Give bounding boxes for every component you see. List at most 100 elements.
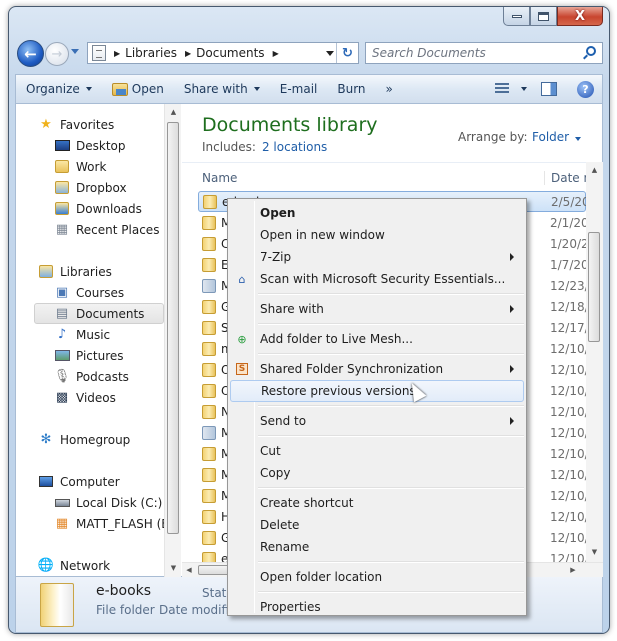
sidebar-item-documents[interactable]: ▤ Documents — [34, 303, 164, 324]
search-box — [365, 42, 603, 64]
help-icon[interactable]: ? — [577, 80, 594, 98]
scroll-left-icon[interactable]: ◀ — [182, 562, 196, 578]
search-input[interactable] — [366, 46, 566, 60]
sidebar-item-music[interactable]: ♪ Music — [54, 324, 164, 345]
locations-link[interactable]: 2 locations — [262, 140, 327, 154]
menu-item-shared-folder-synchronization[interactable]: S Shared Folder Synchronization — [230, 358, 524, 380]
minimize-button[interactable] — [503, 7, 530, 26]
folder-icon — [202, 446, 216, 461]
scroll-down-icon[interactable]: ▼ — [165, 560, 182, 576]
breadcrumb-documents[interactable]: Documents — [196, 46, 264, 60]
recent-pages-dropdown[interactable] — [71, 49, 79, 54]
scroll-down-icon[interactable]: ▼ — [586, 544, 603, 560]
sidebar-item-courses[interactable]: ▣ Courses — [54, 282, 164, 303]
preview-pane-icon[interactable] — [541, 82, 557, 96]
sidebar-label: Recent Places — [76, 222, 160, 237]
sidebar-item-recent-places[interactable]: ▦ Recent Places — [54, 219, 164, 240]
libraries-icon — [38, 264, 54, 280]
computer-icon — [38, 474, 54, 490]
sidebar-label: Libraries — [60, 264, 112, 279]
sidebar-label: MATT_FLASH (E: — [76, 516, 164, 531]
details-item-name: e-books — [96, 583, 152, 599]
address-bar[interactable]: ▶ Libraries ▶ Documents ▶ ↻ — [87, 42, 359, 64]
sidebar-item-downloads[interactable]: Downloads — [54, 198, 164, 219]
back-button[interactable]: ← — [17, 40, 44, 67]
change-view-icon[interactable] — [495, 83, 509, 95]
menu-item-create-shortcut[interactable]: Create shortcut — [230, 492, 524, 514]
views-dropdown-icon[interactable] — [521, 87, 527, 91]
sidebar-item-pictures[interactable]: Pictures — [54, 345, 164, 366]
address-dropdown-icon[interactable] — [326, 51, 334, 56]
sidebar-item-matt-flash[interactable]: ▦ MATT_FLASH (E: — [54, 513, 164, 534]
menu-item-open[interactable]: Open — [230, 202, 524, 224]
sidebar-item-podcasts[interactable]: 🎙 Podcasts — [54, 366, 164, 387]
share-with-label: Share with — [183, 82, 248, 96]
menu-item-restore-previous-versions[interactable]: Restore previous versions — [230, 380, 524, 402]
menu-separator — [258, 591, 524, 593]
menu-item-label: Create shortcut — [260, 496, 354, 510]
menu-item-copy[interactable]: Copy — [230, 462, 524, 484]
star-icon: ★ — [40, 117, 52, 132]
sidebar-item-local-disk[interactable]: Local Disk (C:) — [54, 492, 164, 513]
breadcrumb-separator-icon[interactable]: ▶ — [114, 49, 120, 58]
menu-item-label: Scan with Microsoft Security Essentials.… — [260, 272, 506, 286]
hard-disk-icon — [54, 495, 70, 511]
minimize-icon — [511, 14, 522, 18]
maximize-button[interactable] — [530, 7, 557, 26]
videos-icon: ▩ — [55, 390, 69, 405]
menu-item-open-in-new-window[interactable]: Open in new window — [230, 224, 524, 246]
submenu-arrow-icon — [510, 305, 514, 313]
more-commands-button[interactable]: » — [376, 75, 403, 103]
column-header-name[interactable]: Name — [202, 171, 237, 185]
security-essentials-icon: ⌂ — [238, 272, 246, 286]
details-item-type: File folder — [96, 603, 155, 617]
sidebar-item-work[interactable]: Work — [54, 156, 164, 177]
breadcrumb-libraries[interactable]: Libraries — [125, 46, 177, 60]
menu-item-rename[interactable]: Rename — [230, 536, 524, 558]
email-button[interactable]: E-mail — [270, 75, 328, 103]
sidebar-item-videos[interactable]: ▩ Videos — [54, 387, 164, 408]
menu-item-label: Open — [260, 206, 296, 220]
navigation-bar: ← → ▶ Libraries ▶ Documents ▶ ↻ — [9, 40, 609, 68]
network-icon: 🌐 — [38, 558, 55, 573]
library-title: Documents library — [202, 114, 378, 136]
menu-item-add-folder-to-live-mesh[interactable]: ⊕ Add folder to Live Mesh... — [230, 328, 524, 350]
chevron-down-icon — [85, 87, 92, 91]
organize-button[interactable]: Organize — [16, 75, 102, 103]
menu-item-send-to[interactable]: Send to — [230, 410, 524, 432]
menu-item-label: Add folder to Live Mesh... — [260, 332, 413, 346]
close-button[interactable]: X — [557, 7, 603, 26]
folder-icon — [202, 215, 216, 230]
sidebar-item-desktop[interactable]: Desktop — [54, 135, 164, 156]
menu-item-label: Copy — [260, 466, 291, 480]
sidebar-item-dropbox[interactable]: Dropbox — [54, 177, 164, 198]
open-label: Open — [131, 82, 164, 96]
breadcrumb-separator-icon[interactable]: ▶ — [273, 49, 279, 58]
refresh-button[interactable]: ↻ — [336, 43, 358, 63]
includes-label: Includes: — [202, 140, 256, 154]
scroll-up-icon[interactable]: ▲ — [586, 162, 603, 178]
open-button[interactable]: Open — [102, 75, 174, 103]
menu-item-share-with[interactable]: Share with — [230, 298, 524, 320]
menu-item-7-zip[interactable]: 7-Zip — [230, 246, 524, 268]
menu-item-label: Open folder location — [260, 570, 383, 584]
share-with-button[interactable]: Share with — [174, 75, 270, 103]
scroll-up-icon[interactable]: ▲ — [165, 104, 182, 120]
scroll-right-icon[interactable]: ▶ — [566, 562, 580, 578]
breadcrumb-separator-icon[interactable]: ▶ — [185, 49, 191, 58]
menu-item-cut[interactable]: Cut — [230, 440, 524, 462]
menu-item-properties[interactable]: Properties — [230, 596, 524, 618]
scrollbar-thumb[interactable] — [167, 122, 179, 534]
navigation-pane-scrollbar[interactable]: ▲ ▼ — [164, 104, 181, 578]
search-icon[interactable] — [586, 46, 596, 56]
file-list-scrollbar[interactable]: ▲ ▼ — [586, 162, 603, 562]
burn-button[interactable]: Burn — [327, 75, 375, 103]
arrange-by-dropdown[interactable]: Folder — [532, 130, 582, 144]
menu-item-open-folder-location[interactable]: Open folder location — [230, 566, 524, 588]
folder-icon — [202, 404, 216, 419]
menu-item-scan-with-microsoft-security-essentials[interactable]: ⌂ Scan with Microsoft Security Essentials… — [230, 268, 524, 290]
forward-button[interactable]: → — [45, 42, 69, 66]
scrollbar-thumb[interactable] — [588, 232, 600, 342]
menu-item-delete[interactable]: Delete — [230, 514, 524, 536]
organize-label: Organize — [26, 82, 80, 96]
